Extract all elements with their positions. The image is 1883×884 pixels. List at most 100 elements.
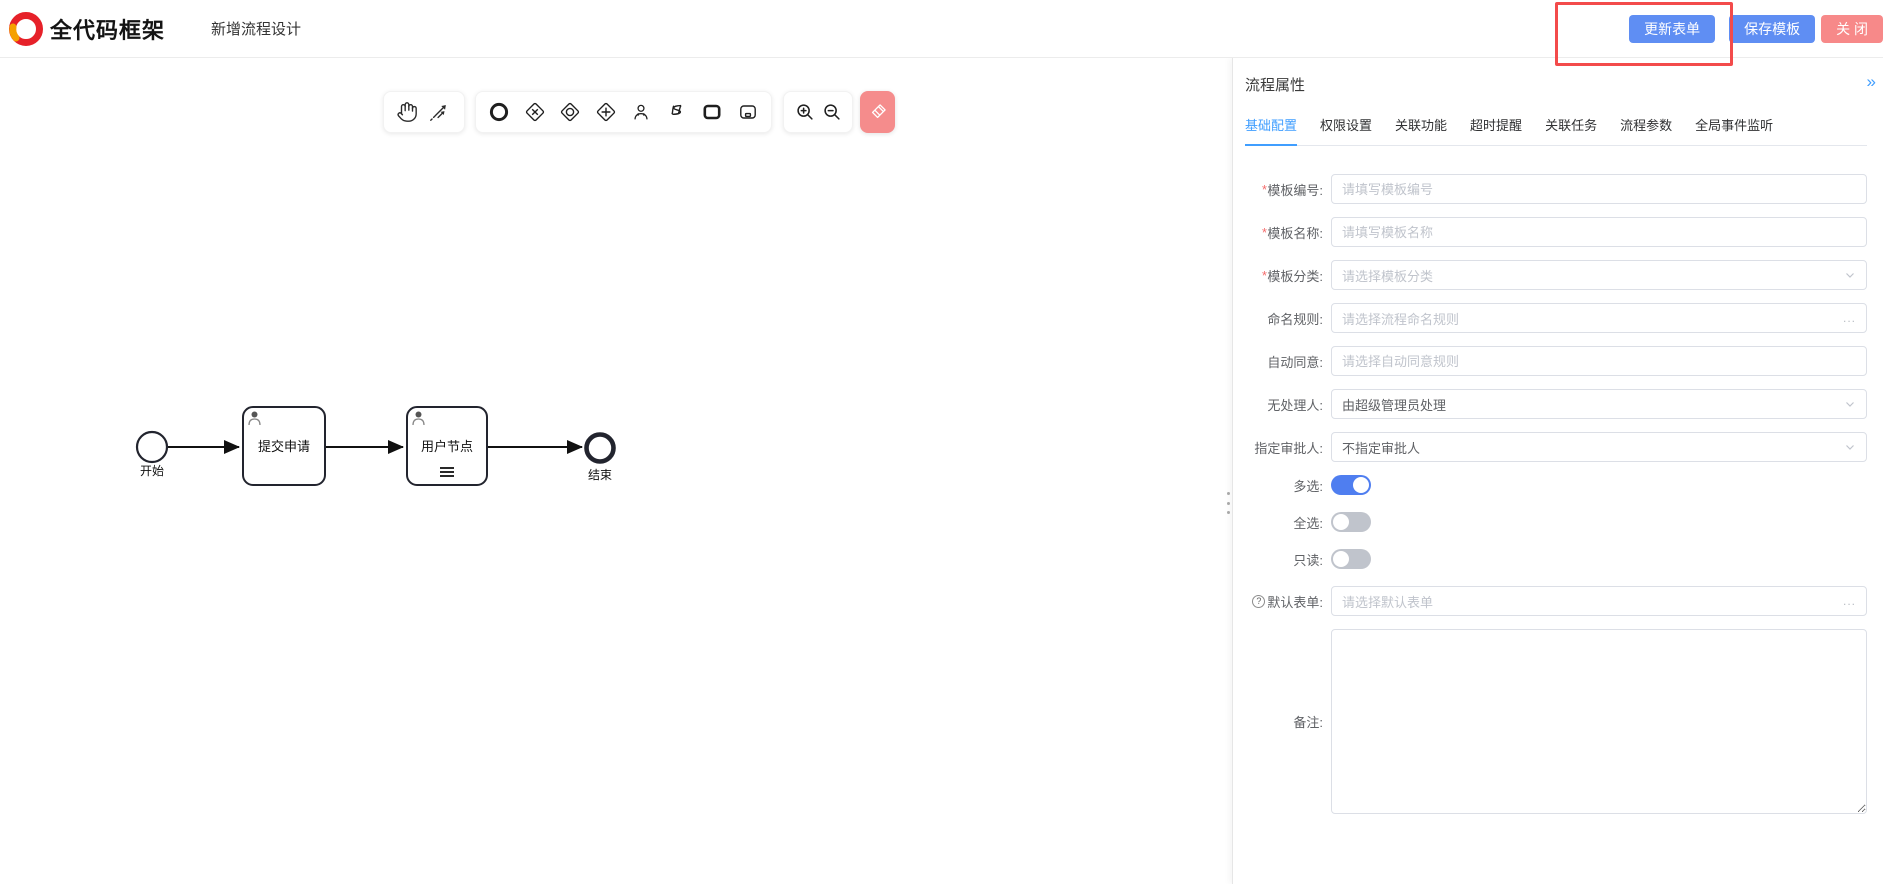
- task-tool-button[interactable]: [698, 96, 726, 128]
- task-label: 提交申请: [258, 439, 310, 454]
- app-header: 全代码框架 新增流程设计 更新表单 保存模板 关 闭: [0, 0, 1883, 58]
- user-task-node[interactable]: 用户节点: [407, 407, 487, 485]
- select-placeholder: 请选择模板分类: [1342, 266, 1433, 285]
- template-name-input-wrap: [1331, 217, 1867, 247]
- tab-basic-config[interactable]: 基础配置: [1245, 115, 1297, 145]
- field-label: 只读:: [1245, 550, 1331, 569]
- inclusive-gateway-tool-button[interactable]: [556, 96, 584, 128]
- close-button[interactable]: 关 闭: [1821, 15, 1883, 43]
- double-chevron-right-icon: »: [1867, 72, 1873, 91]
- tab-related-function[interactable]: 关联功能: [1395, 115, 1447, 145]
- chevron-down-icon: [1844, 398, 1856, 410]
- field-label: 指定审批人:: [1245, 438, 1331, 457]
- hand-tool-button[interactable]: [393, 96, 421, 128]
- zoom-out-icon: [821, 101, 843, 123]
- assign-approver-select[interactable]: 不指定审批人: [1331, 432, 1867, 462]
- end-event-node[interactable]: [587, 435, 614, 462]
- zoom-in-button[interactable]: [793, 96, 816, 128]
- toolbar-palette-group: [475, 91, 772, 133]
- default-form-picker[interactable]: 请选择默认表单 ...: [1331, 586, 1867, 616]
- field-label: 备注:: [1245, 712, 1331, 731]
- field-label: 无处理人:: [1245, 395, 1331, 414]
- brand-title: 全代码框架: [50, 13, 165, 45]
- field-label: *模板编号:: [1245, 180, 1331, 199]
- chevron-down-icon: [1844, 269, 1856, 281]
- start-event-tool-button[interactable]: [485, 96, 513, 128]
- connector-tool-button[interactable]: [425, 96, 453, 128]
- tab-timeout-reminder[interactable]: 超时提醒: [1470, 115, 1522, 145]
- exclusive-gateway-tool-button[interactable]: [521, 96, 549, 128]
- field-label: 多选:: [1245, 476, 1331, 495]
- template-code-input[interactable]: [1342, 182, 1856, 197]
- chevron-down-icon: [1844, 441, 1856, 453]
- ellipsis-icon: ...: [1843, 594, 1856, 608]
- toolbar-zoom-group: [783, 91, 853, 133]
- zoom-in-icon: [794, 101, 816, 123]
- form-row: 无处理人: 由超级管理员处理: [1245, 389, 1867, 419]
- page-title: 新增流程设计: [211, 18, 301, 39]
- template-code-input-wrap: [1331, 174, 1867, 204]
- inclusive-gateway-icon: [558, 100, 582, 124]
- start-event-node[interactable]: [137, 432, 167, 462]
- form-row: 只读:: [1245, 549, 1867, 569]
- properties-panel: 流程属性 » 基础配置 权限设置 关联功能 超时提醒 关联任务 流程参数 全局事…: [1232, 58, 1883, 884]
- select-value: 由超级管理员处理: [1342, 395, 1446, 414]
- field-label: *模板分类:: [1245, 266, 1331, 285]
- form-row: 命名规则: 请选择流程命名规则 ...: [1245, 303, 1867, 333]
- end-event-label: 结束: [588, 468, 612, 482]
- subprocess-tool-button[interactable]: [734, 96, 762, 128]
- script-task-tool-button[interactable]: [663, 96, 691, 128]
- connector-icon: [428, 101, 450, 123]
- naming-rule-picker[interactable]: 请选择流程命名规则 ...: [1331, 303, 1867, 333]
- toolbar-cursor-group: [383, 91, 465, 133]
- multi-select-toggle[interactable]: [1331, 475, 1371, 495]
- template-name-input[interactable]: [1342, 225, 1856, 240]
- tab-related-task[interactable]: 关联任务: [1545, 115, 1597, 145]
- field-label: *模板名称:: [1245, 223, 1331, 242]
- form-row: *模板分类: 请选择模板分类: [1245, 260, 1867, 290]
- collapse-panel-button[interactable]: »: [1867, 72, 1873, 92]
- form-row: 指定审批人: 不指定审批人: [1245, 432, 1867, 462]
- user-task-node[interactable]: 提交申请: [243, 407, 325, 485]
- update-form-button[interactable]: 更新表单: [1629, 15, 1715, 43]
- select-all-toggle[interactable]: [1331, 512, 1371, 532]
- form-row: *模板编号:: [1245, 174, 1867, 204]
- basic-config-form: *模板编号: *模板名称: *模板分类: 请选择模板分类 命名规则: 请选择流程…: [1245, 174, 1867, 814]
- script-task-icon: [666, 101, 688, 123]
- no-handler-select[interactable]: 由超级管理员处理: [1331, 389, 1867, 419]
- tab-global-event-listener[interactable]: 全局事件监听: [1695, 115, 1773, 145]
- tab-process-params[interactable]: 流程参数: [1620, 115, 1672, 145]
- form-row: ? 默认表单: 请选择默认表单 ...: [1245, 586, 1867, 616]
- select-value: 不指定审批人: [1342, 438, 1420, 457]
- panel-resize-handle[interactable]: [1224, 492, 1232, 514]
- form-row: 备注:: [1245, 629, 1867, 814]
- read-only-toggle[interactable]: [1331, 549, 1371, 569]
- picker-placeholder: 请选择默认表单: [1342, 592, 1433, 611]
- auto-agree-input[interactable]: [1342, 354, 1856, 369]
- parallel-gateway-icon: [594, 100, 618, 124]
- start-event-icon: [487, 100, 511, 124]
- field-label: 命名规则:: [1245, 309, 1331, 328]
- clear-canvas-button[interactable]: [860, 91, 895, 133]
- field-label: 全选:: [1245, 513, 1331, 532]
- form-row: 全选:: [1245, 512, 1867, 532]
- form-row: 多选:: [1245, 475, 1867, 495]
- form-row: 自动同意:: [1245, 346, 1867, 376]
- remark-textarea[interactable]: [1331, 629, 1867, 814]
- parallel-gateway-tool-button[interactable]: [592, 96, 620, 128]
- user-task-icon: [630, 101, 652, 123]
- ellipsis-icon: ...: [1843, 311, 1856, 325]
- template-category-select[interactable]: 请选择模板分类: [1331, 260, 1867, 290]
- form-row: *模板名称:: [1245, 217, 1867, 247]
- tab-permission[interactable]: 权限设置: [1320, 115, 1372, 145]
- start-event-label: 开始: [140, 464, 164, 478]
- zoom-out-button[interactable]: [820, 96, 843, 128]
- user-task-tool-button[interactable]: [627, 96, 655, 128]
- subprocess-icon: [736, 100, 760, 124]
- picker-placeholder: 请选择流程命名规则: [1342, 309, 1459, 328]
- help-icon: ?: [1252, 595, 1265, 608]
- save-template-button[interactable]: 保存模板: [1729, 15, 1815, 43]
- flow-canvas[interactable]: 开始 提交申请 用户节点 结束: [0, 58, 1232, 884]
- field-label: 自动同意:: [1245, 352, 1331, 371]
- auto-agree-input-wrap: [1331, 346, 1867, 376]
